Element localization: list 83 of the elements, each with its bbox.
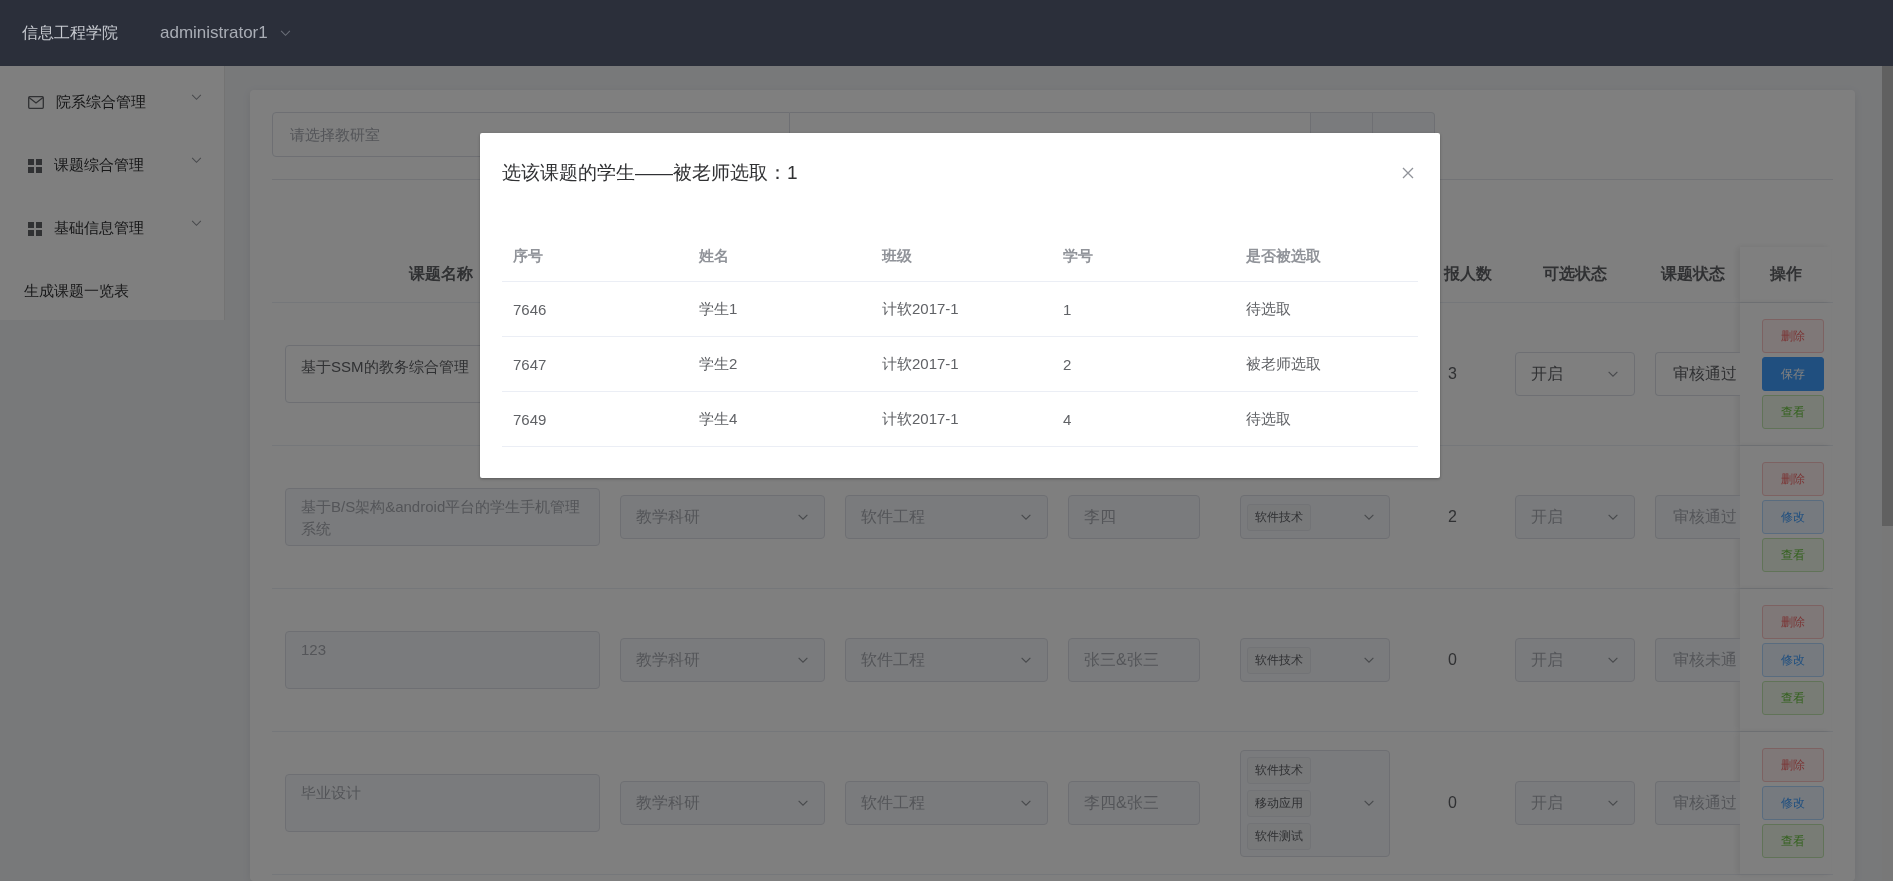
chevron-down-icon xyxy=(1020,656,1032,664)
action-button[interactable]: 查看 xyxy=(1761,824,1824,858)
chevron-down-icon xyxy=(1363,513,1375,521)
action-button[interactable]: 保存 xyxy=(1761,357,1824,391)
count-text: 0 xyxy=(1448,651,1457,669)
column-header: 报人数 xyxy=(1444,264,1492,284)
chevron-down-icon xyxy=(1020,513,1032,521)
table-cell-text: 计软2017-1 xyxy=(881,354,960,374)
action-button[interactable]: 删除 xyxy=(1761,462,1824,496)
chevron-down-icon xyxy=(1607,656,1619,664)
column-header: 可选状态 xyxy=(1543,264,1607,284)
chevron-down-icon xyxy=(1363,656,1375,664)
tag: 软件技术 xyxy=(1247,503,1311,531)
menu-label: 基础信息管理 xyxy=(54,219,145,238)
grid-icon xyxy=(28,158,42,173)
close-icon xyxy=(1402,167,1414,179)
chevron-down-icon xyxy=(797,513,809,521)
tag: 移动应用 xyxy=(1247,789,1311,817)
table-cell-text: 计软2017-1 xyxy=(881,409,960,429)
brand-title: 信息工程学院 xyxy=(22,22,118,43)
table-cell-text: 学生1 xyxy=(698,299,739,319)
column-header: 学号 xyxy=(1062,246,1094,266)
table-cell-text: 被老师选取 xyxy=(1245,354,1322,374)
chevron-down-icon xyxy=(1607,799,1619,807)
table-cell-text: 7649 xyxy=(512,410,548,428)
menu-label: 课题综合管理 xyxy=(54,156,145,175)
sidebar-item[interactable]: 课题综合管理 xyxy=(0,134,224,197)
action-button[interactable]: 删除 xyxy=(1761,605,1824,639)
action-button[interactable]: 修改 xyxy=(1761,500,1824,534)
menu-label: 院系综合管理 xyxy=(56,93,147,112)
table-cell-text: 学生4 xyxy=(698,409,739,429)
dialog-title: 选该课题的学生——被老师选取：1 xyxy=(502,161,798,185)
column-header: 序号 xyxy=(512,246,544,266)
grid-icon xyxy=(28,221,42,236)
tag: 软件技术 xyxy=(1247,756,1311,784)
count-text: 2 xyxy=(1448,508,1457,526)
column-header: 课题状态 xyxy=(1660,264,1725,284)
user-menu[interactable]: administrator1 xyxy=(160,23,291,43)
column-header: 是否被选取 xyxy=(1245,246,1322,266)
chevron-down-icon xyxy=(191,94,202,101)
column-header: 姓名 xyxy=(698,246,730,266)
action-button[interactable]: 查看 xyxy=(1761,395,1824,429)
table-cell-text: 7647 xyxy=(512,355,548,373)
title-text: 基于SSM的教务综合管理 xyxy=(301,358,469,375)
table-cell-text: 4 xyxy=(1062,410,1073,428)
chevron-down-icon xyxy=(191,220,202,227)
sidebar-link[interactable]: 生成课题一览表 xyxy=(0,260,129,323)
column-header: 课题名称 xyxy=(409,264,473,284)
table-cell-text: 2 xyxy=(1062,355,1073,373)
direction-select[interactable]: 软件技术 xyxy=(1240,638,1390,682)
column-header: 操作 xyxy=(1769,264,1802,284)
chevron-down-icon xyxy=(797,656,809,664)
table-cell-text: 学生2 xyxy=(698,354,739,374)
action-button[interactable]: 修改 xyxy=(1761,643,1824,677)
tag: 软件技术 xyxy=(1247,646,1311,674)
chevron-down-icon xyxy=(1607,513,1619,521)
chevron-down-icon xyxy=(797,799,809,807)
sidebar-item[interactable]: 基础信息管理 xyxy=(0,197,224,260)
chevron-down-icon xyxy=(1363,799,1375,807)
action-button[interactable]: 查看 xyxy=(1761,538,1824,572)
action-button[interactable]: 查看 xyxy=(1761,681,1824,715)
action-button[interactable]: 删除 xyxy=(1761,319,1824,353)
table-cell-text: 待选取 xyxy=(1245,299,1292,319)
chevron-down-icon xyxy=(191,157,202,164)
chevron-down-icon xyxy=(1020,799,1032,807)
direction-select[interactable]: 软件技术 xyxy=(1240,495,1390,539)
count-text: 3 xyxy=(1448,365,1457,383)
action-button[interactable]: 修改 xyxy=(1761,786,1824,820)
chevron-down-icon xyxy=(1607,370,1619,378)
table-cell-text: 1 xyxy=(1062,300,1073,318)
status-select[interactable]: 审核通过 xyxy=(1655,352,1740,396)
table-cell-text: 计软2017-1 xyxy=(881,299,960,319)
table-cell-text: 待选取 xyxy=(1245,409,1292,429)
action-button[interactable]: 删除 xyxy=(1761,748,1824,782)
column-header: 班级 xyxy=(880,246,913,266)
envelope-icon xyxy=(28,96,44,109)
tag: 软件测试 xyxy=(1247,822,1311,850)
direction-select[interactable]: 软件技术 移动应用 软件测试 xyxy=(1240,749,1390,857)
caret-icon xyxy=(279,29,291,37)
availability-select[interactable]: 开启 xyxy=(1515,352,1635,396)
count-text: 0 xyxy=(1448,794,1457,812)
sidebar-item[interactable]: 院系综合管理 xyxy=(0,71,224,134)
table-cell-text: 7646 xyxy=(512,300,548,318)
